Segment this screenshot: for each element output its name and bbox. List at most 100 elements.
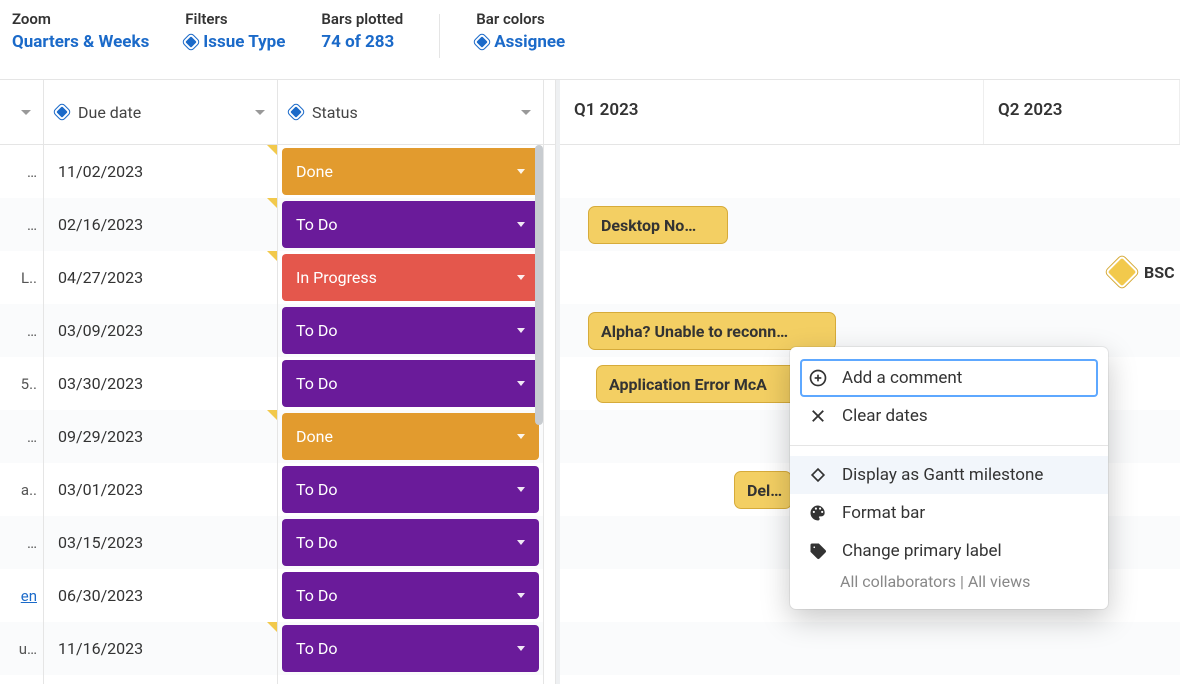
col-spacer-header <box>544 80 555 145</box>
due-date-cell[interactable]: 11/16/2023 <box>44 622 277 675</box>
top-controls: Zoom Quarters & Weeks Filters Issue Type… <box>0 0 1180 80</box>
due-date-cell[interactable]: 04/27/2023 <box>44 251 277 304</box>
chevron-down-icon <box>517 169 525 174</box>
flag-icon <box>267 145 277 155</box>
col-due-header[interactable]: Due date <box>44 80 277 145</box>
bars-plotted-control[interactable]: Bars plotted 74 of 283 <box>321 10 403 52</box>
chevron-down-icon <box>521 110 531 115</box>
chevron-down-icon <box>517 328 525 333</box>
status-pill[interactable]: Done <box>282 413 539 460</box>
flag-icon <box>267 198 277 208</box>
status-text: Done <box>296 427 333 446</box>
col-due: Due date 11/02/202302/16/202304/27/20230… <box>44 80 278 684</box>
status-cell[interactable]: In Progress <box>278 251 543 304</box>
chevron-down-icon <box>517 646 525 651</box>
flag-icon <box>267 251 277 261</box>
menu-clear-dates[interactable]: Clear dates <box>790 397 1108 435</box>
row-lead-cell[interactable]: u… <box>0 622 43 675</box>
status-pill[interactable]: Done <box>282 148 539 195</box>
milestone-diamond-icon <box>1105 255 1139 289</box>
status-pill[interactable]: To Do <box>282 307 539 354</box>
col-expand-header[interactable] <box>0 80 43 145</box>
status-text: To Do <box>296 215 338 234</box>
row-lead-cell[interactable]: … <box>0 304 43 357</box>
row-lead-cell[interactable]: … <box>0 198 43 251</box>
gantt-row[interactable] <box>560 145 1180 198</box>
menu-format-bar[interactable]: Format bar <box>790 494 1108 532</box>
status-cell[interactable]: Done <box>278 145 543 198</box>
gantt-bar[interactable]: Del… <box>734 471 792 509</box>
col-status-header[interactable]: Status <box>278 80 543 145</box>
due-date-cell[interactable]: 03/30/2023 <box>44 357 277 410</box>
status-cell[interactable]: To Do <box>278 304 543 357</box>
flag-icon <box>267 410 277 420</box>
zoom-label: Zoom <box>12 10 149 28</box>
gantt-bar[interactable]: Desktop No… <box>588 206 728 244</box>
menu-display-milestone[interactable]: Display as Gantt milestone <box>790 456 1108 494</box>
bar-colors-control[interactable]: Bar colors Assignee <box>476 10 565 52</box>
status-pill[interactable]: To Do <box>282 201 539 248</box>
status-text: Done <box>296 162 333 181</box>
bar-colors-label: Bar colors <box>476 10 565 28</box>
bar-colors-value[interactable]: Assignee <box>476 32 565 52</box>
milestone-icon <box>808 465 828 485</box>
due-date-cell[interactable]: 06/30/2023 <box>44 569 277 622</box>
zoom-value[interactable]: Quarters & Weeks <box>12 32 149 52</box>
due-date-cell[interactable]: 09/29/2023 <box>44 410 277 463</box>
due-date-cell[interactable]: 02/16/2023 <box>44 198 277 251</box>
chevron-down-icon <box>517 275 525 280</box>
row-lead-cell[interactable]: … <box>0 145 43 198</box>
gantt-row[interactable]: Desktop No… <box>560 198 1180 251</box>
due-date-cell[interactable]: 03/01/2023 <box>44 463 277 516</box>
diamond-icon <box>54 104 71 121</box>
vertical-scrollbar[interactable] <box>535 145 543 425</box>
chevron-down-icon <box>517 381 525 386</box>
chevron-down-icon <box>517 487 525 492</box>
row-lead-cell[interactable]: … <box>0 516 43 569</box>
filters-control[interactable]: Filters Issue Type <box>185 10 285 52</box>
due-date-cell[interactable]: 03/09/2023 <box>44 304 277 357</box>
gantt-bar[interactable]: Alpha? Unable to reconn… <box>588 312 836 350</box>
row-lead-cell[interactable]: a.. <box>0 463 43 516</box>
gantt-row[interactable] <box>560 622 1180 675</box>
bars-plotted-value[interactable]: 74 of 283 <box>321 32 403 52</box>
status-pill[interactable]: To Do <box>282 625 539 672</box>
status-cell[interactable]: To Do <box>278 569 543 622</box>
due-date-cell[interactable]: 03/15/2023 <box>44 516 277 569</box>
row-lead-cell[interactable]: en <box>0 569 43 622</box>
gantt-row[interactable]: BSC <box>560 251 1180 304</box>
status-cell[interactable]: Done <box>278 410 543 463</box>
status-cell[interactable]: To Do <box>278 516 543 569</box>
status-pill[interactable]: To Do <box>282 466 539 513</box>
row-lead-cell[interactable]: … <box>0 410 43 463</box>
flag-icon <box>267 622 277 632</box>
col-status-label: Status <box>312 103 358 122</box>
status-cell[interactable]: To Do <box>278 357 543 410</box>
status-pill[interactable]: To Do <box>282 572 539 619</box>
col-due-label: Due date <box>78 103 141 122</box>
status-cell[interactable]: To Do <box>278 463 543 516</box>
status-text: To Do <box>296 321 338 340</box>
menu-add-comment[interactable]: Add a comment <box>800 359 1098 397</box>
zoom-control[interactable]: Zoom Quarters & Weeks <box>12 10 149 52</box>
status-cell[interactable]: To Do <box>278 198 543 251</box>
gantt-milestone[interactable]: BSC <box>1110 260 1175 284</box>
filters-value[interactable]: Issue Type <box>185 32 285 52</box>
due-date-cell[interactable]: 11/02/2023 <box>44 145 277 198</box>
menu-change-label[interactable]: Change primary label <box>790 532 1108 570</box>
palette-icon <box>808 503 828 523</box>
chevron-down-icon <box>21 110 31 115</box>
row-lead-cell[interactable]: 5.. <box>0 357 43 410</box>
chevron-down-icon <box>517 593 525 598</box>
bars-plotted-label: Bars plotted <box>321 10 403 28</box>
status-pill[interactable]: In Progress <box>282 254 539 301</box>
col-spacer <box>544 80 556 684</box>
status-text: To Do <box>296 480 338 499</box>
row-lead-cell[interactable]: L.. <box>0 251 43 304</box>
context-menu: Add a comment Clear dates Display as Gan… <box>790 347 1108 609</box>
status-cell[interactable]: To Do <box>278 622 543 675</box>
chevron-down-icon <box>517 222 525 227</box>
status-pill[interactable]: To Do <box>282 360 539 407</box>
status-pill[interactable]: To Do <box>282 519 539 566</box>
top-separator <box>439 14 440 58</box>
